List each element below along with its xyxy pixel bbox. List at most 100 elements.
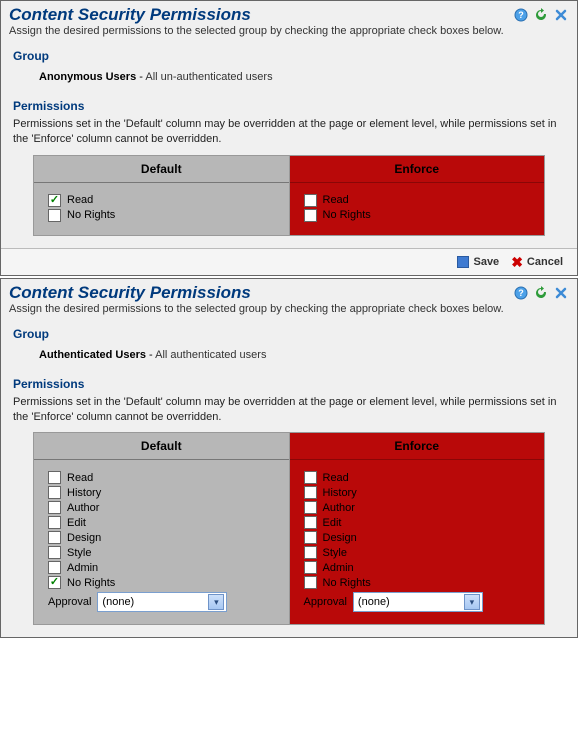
permission-checkbox[interactable] [48, 501, 61, 514]
cancel-label: Cancel [527, 256, 563, 268]
approval-select-value: (none) [102, 596, 134, 608]
permission-label: Style [67, 547, 91, 559]
permission-label: No Rights [323, 209, 371, 221]
permission-row: Admin [304, 560, 531, 575]
permission-row: Style [48, 545, 275, 560]
permission-checkbox[interactable] [304, 516, 317, 529]
approval-select-value: (none) [358, 596, 390, 608]
permission-checkbox[interactable] [304, 471, 317, 484]
permission-label: History [67, 487, 101, 499]
panel-title: Content Security Permissions [9, 283, 513, 303]
permission-label: Edit [67, 517, 86, 529]
permission-checkbox[interactable] [48, 576, 61, 589]
permission-row: No Rights [48, 575, 275, 590]
permission-row: Read [48, 193, 275, 208]
panel-title: Content Security Permissions [9, 5, 513, 25]
permissions-table: DefaultReadHistoryAuthorEditDesignStyleA… [33, 432, 545, 625]
approval-select[interactable]: (none) ▾ [353, 592, 483, 612]
permissions-panel: Content Security Permissions?Assign the … [0, 0, 578, 276]
permission-checkbox[interactable] [304, 546, 317, 559]
permission-checkbox[interactable] [48, 531, 61, 544]
help-icon[interactable]: ? [513, 7, 529, 23]
enforce-column-header: Enforce [290, 433, 545, 460]
permission-label: No Rights [323, 577, 371, 589]
enforce-column-header: Enforce [290, 156, 545, 183]
permission-row: Read [304, 470, 531, 485]
approval-select[interactable]: (none) ▾ [97, 592, 227, 612]
permission-checkbox[interactable] [304, 501, 317, 514]
group-separator: - [146, 349, 155, 361]
group-line: Authenticated Users - All authenticated … [13, 345, 565, 371]
permission-checkbox[interactable] [48, 209, 61, 222]
svg-text:?: ? [518, 288, 524, 298]
chevron-down-icon: ▾ [208, 594, 224, 610]
permission-label: Read [67, 472, 93, 484]
group-heading: Group [13, 49, 565, 63]
cancel-icon: ✖ [511, 255, 523, 269]
enforce-column: Enforce Read HistoryAuthor Edit Design Style A… [290, 433, 545, 624]
default-column-header: Default [34, 156, 289, 183]
default-column-header: Default [34, 433, 289, 460]
permission-checkbox[interactable] [48, 471, 61, 484]
permission-checkbox[interactable] [48, 561, 61, 574]
permission-label: Style [323, 547, 347, 559]
permission-row: Author [48, 500, 275, 515]
permission-row: Design [48, 530, 275, 545]
chevron-down-icon: ▾ [464, 594, 480, 610]
refresh-icon[interactable] [533, 285, 549, 301]
permission-checkbox[interactable] [48, 486, 61, 499]
permission-checkbox[interactable] [304, 576, 317, 589]
permission-label: Edit [323, 517, 342, 529]
permission-label: No Rights [67, 209, 115, 221]
permission-checkbox[interactable] [304, 486, 317, 499]
permission-label: No Rights [67, 577, 115, 589]
permission-row: No Rights [304, 208, 531, 223]
permission-row: Author [304, 500, 531, 515]
permission-label: History [323, 487, 357, 499]
group-description: All un-authenticated users [145, 71, 272, 83]
save-button[interactable]: Save [457, 255, 499, 269]
permission-row: History [304, 485, 531, 500]
group-name: Anonymous Users [39, 71, 136, 83]
permissions-heading: Permissions [13, 99, 565, 113]
permissions-description: Permissions set in the 'Default' column … [13, 395, 565, 425]
group-separator: - [136, 71, 145, 83]
permission-row: Design [304, 530, 531, 545]
permission-checkbox[interactable] [304, 531, 317, 544]
approval-label: Approval [304, 596, 347, 608]
close-icon[interactable] [553, 7, 569, 23]
help-icon[interactable]: ? [513, 285, 529, 301]
permission-row: Read [48, 470, 275, 485]
default-column: Default Read HistoryAuthor Edit Design Style A… [34, 433, 290, 624]
cancel-button[interactable]: ✖ Cancel [511, 255, 563, 269]
permission-row: No Rights [304, 575, 531, 590]
permission-checkbox[interactable] [304, 209, 317, 222]
panel-subtitle: Assign the desired permissions to the se… [1, 303, 577, 321]
group-line: Anonymous Users - All un-authenticated u… [13, 67, 565, 93]
group-heading: Group [13, 327, 565, 341]
permission-checkbox[interactable] [48, 516, 61, 529]
group-name: Authenticated Users [39, 349, 146, 361]
permission-row: Admin [48, 560, 275, 575]
permission-checkbox[interactable] [304, 194, 317, 207]
permission-checkbox[interactable] [304, 561, 317, 574]
close-icon[interactable] [553, 285, 569, 301]
enforce-column: Enforce Read No Rights [290, 156, 545, 235]
approval-row: Approval (none) ▾ [48, 590, 275, 612]
permission-checkbox[interactable] [48, 546, 61, 559]
permission-label: Admin [323, 562, 354, 574]
permission-row: Edit [48, 515, 275, 530]
permissions-heading: Permissions [13, 377, 565, 391]
refresh-icon[interactable] [533, 7, 549, 23]
permission-row: Read [304, 193, 531, 208]
save-icon [457, 256, 469, 268]
approval-label: Approval [48, 596, 91, 608]
permission-label: Design [67, 532, 101, 544]
permission-label: Admin [67, 562, 98, 574]
permission-checkbox[interactable] [48, 194, 61, 207]
default-column: Default ReadNo Rights [34, 156, 290, 235]
svg-text:?: ? [518, 10, 524, 20]
permission-label: Design [323, 532, 357, 544]
save-label: Save [473, 256, 499, 268]
permission-label: Read [323, 194, 349, 206]
